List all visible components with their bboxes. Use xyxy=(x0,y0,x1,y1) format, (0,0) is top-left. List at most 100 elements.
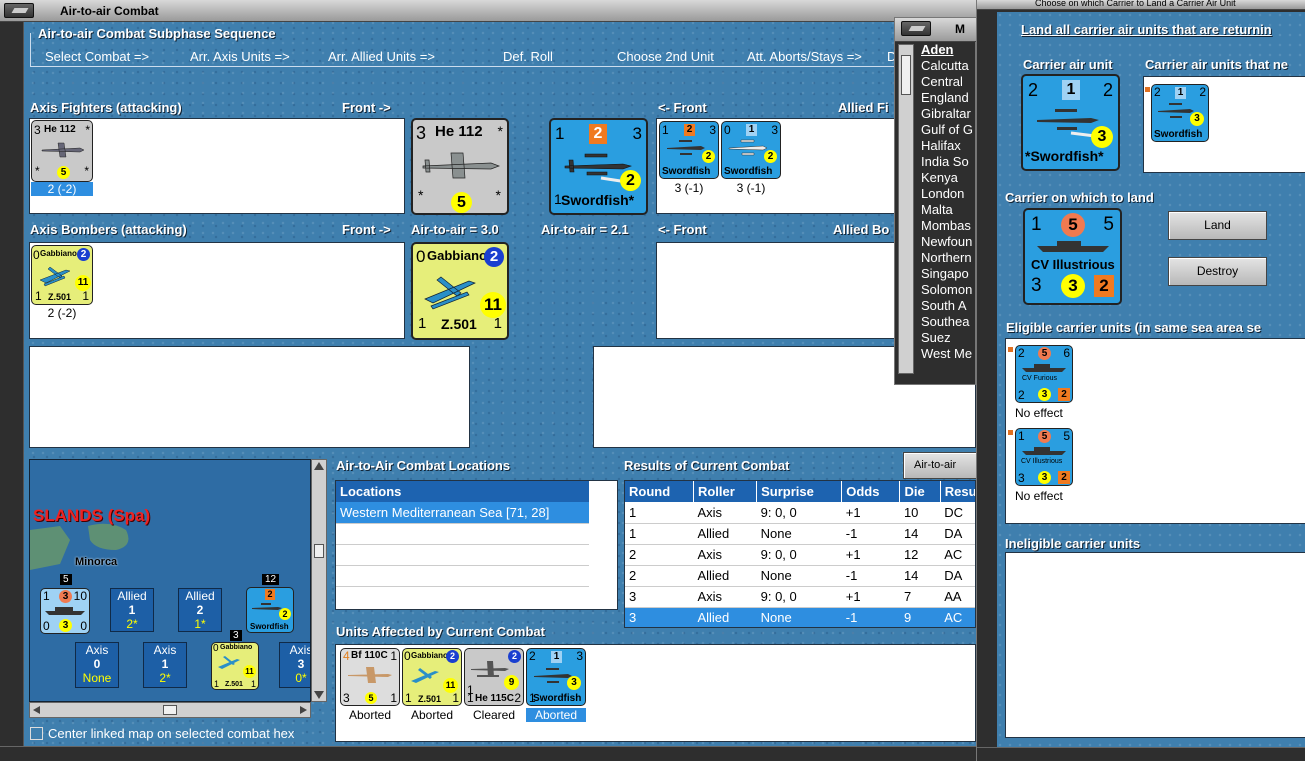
results-cell: 10 xyxy=(899,502,941,524)
col-roller[interactable]: Roller xyxy=(693,481,758,502)
sea-area-list-item[interactable]: Mombas xyxy=(919,218,975,234)
sea-area-list-item[interactable]: India So xyxy=(919,154,975,170)
col-result[interactable]: Resu xyxy=(940,481,975,502)
scroll-thumb[interactable] xyxy=(314,544,324,558)
land-button[interactable]: Land xyxy=(1168,211,1267,240)
sea-area-list-item[interactable]: Northern xyxy=(919,250,975,266)
axis-fighters-label: Axis Fighters (attacking) xyxy=(30,100,182,115)
location-row[interactable]: Western Mediterranean Sea [71, 28] xyxy=(336,502,589,524)
linked-map[interactable]: SLANDS (Spa) Minorca 1 3 10 0 3 0 5 Alli… xyxy=(29,459,311,702)
sequence-step-select-combat[interactable]: Select Combat => xyxy=(45,49,149,64)
axis-fighter-counter[interactable]: 3 He 112 * * 5 * xyxy=(31,120,93,182)
window-titlebar[interactable]: Air-to-air Combat xyxy=(0,0,976,22)
map-vertical-scrollbar[interactable] xyxy=(311,459,327,702)
allied-front-fighter-counter[interactable]: 1 2 3 2 1 Swordfish* xyxy=(549,118,648,215)
results-table[interactable]: Round Roller Surprise Odds Die Resu 1 Axi… xyxy=(624,480,976,628)
selected-carrier-air-unit[interactable]: 2 1 2 3 *Swordfish* xyxy=(1021,74,1120,171)
map-axis-chip-2[interactable]: Axis 1 2* xyxy=(143,642,187,688)
sea-area-list-item[interactable]: Gulf of G xyxy=(919,122,975,138)
col-odds[interactable]: Odds xyxy=(841,481,901,502)
map-stack-count-1: 5 xyxy=(60,574,72,585)
allied-fighter-counter-1[interactable]: 1 2 3 2 Swordfish xyxy=(659,121,719,179)
sea-area-list-item[interactable]: London xyxy=(919,186,975,202)
sequence-step-aborts[interactable]: Att. Aborts/Stays => xyxy=(747,49,862,64)
allied-air-to-air-value: Air-to-air = 2.1 xyxy=(541,222,629,237)
results-cell: DC xyxy=(940,502,975,524)
results-row[interactable]: 2 Allied None -1 14 DA xyxy=(625,565,975,587)
sea-area-list-item[interactable]: Calcutta xyxy=(919,58,975,74)
affected-unit-gabbiano[interactable]: 0 Gabbiano 2 11 1 Z.501 1 xyxy=(402,648,462,706)
locations-header[interactable]: Locations xyxy=(336,481,589,502)
axis-other-box[interactable] xyxy=(29,346,470,448)
allied-fighter-caption-1: 3 (-1) xyxy=(674,181,704,195)
map-carrier-counter[interactable]: 1 3 10 0 3 0 xyxy=(40,588,90,634)
sea-area-list-item[interactable]: Malta xyxy=(919,202,975,218)
allied-fighter-counter-2[interactable]: 0 1 3 2 Swordfish xyxy=(721,121,781,179)
scroll-right-arrow-icon[interactable] xyxy=(300,706,307,714)
ineligible-label: Ineligible carrier units xyxy=(1005,536,1141,551)
carrier-to-land-counter[interactable]: 1 5 5 CV Illustrious 3 3 2 xyxy=(1023,208,1122,305)
affected-status-4[interactable]: Aborted xyxy=(526,708,586,722)
sea-area-list-item[interactable]: Kenya xyxy=(919,170,975,186)
map-axis-chip-1[interactable]: Axis 0 None xyxy=(75,642,119,688)
sea-area-list-item[interactable]: Newfoun xyxy=(919,234,975,250)
eligible-carrier-furious[interactable]: 2 5 6 CV Furious 2 3 2 xyxy=(1015,345,1073,403)
sea-area-list-item[interactable]: Singapo xyxy=(919,266,975,282)
col-round[interactable]: Round xyxy=(625,481,694,502)
map-horizontal-scrollbar[interactable] xyxy=(29,702,311,718)
center-map-checkbox[interactable] xyxy=(30,727,43,740)
scroll-left-arrow-icon[interactable] xyxy=(33,706,40,714)
map-allied-chip-2[interactable]: Allied 2 1* xyxy=(178,588,222,632)
sea-area-list-item[interactable]: Central xyxy=(919,74,975,90)
affected-unit-bf110[interactable]: 4 Bf 110C 1 3 5 1 xyxy=(340,648,400,706)
locations-table[interactable]: Locations Western Mediterranean Sea [71,… xyxy=(335,480,618,610)
scroll-thumb[interactable] xyxy=(901,55,911,95)
sea-area-list-item[interactable]: Southea xyxy=(919,314,975,330)
map-swordfish-counter[interactable]: 2 2 Swordfish xyxy=(246,587,294,633)
sea-area-list-item[interactable]: Solomon xyxy=(919,282,975,298)
map-axis-chip-3[interactable]: Axis 3 0* xyxy=(279,642,310,688)
sea-area-list-item[interactable]: England xyxy=(919,90,975,106)
sea-area-list-item[interactable]: West Me xyxy=(919,346,975,362)
sea-area-list-item[interactable]: Suez xyxy=(919,330,975,346)
sea-area-list-item[interactable]: Halifax xyxy=(919,138,975,154)
col-die[interactable]: Die xyxy=(899,481,941,502)
seaplane-silhouette-icon xyxy=(39,266,71,287)
affected-unit-he115[interactable]: 1 2 9 1 He 115C 2 xyxy=(464,648,524,706)
results-row[interactable]: 1 Allied None -1 14 DA xyxy=(625,523,975,545)
scroll-down-arrow-icon[interactable] xyxy=(314,691,324,699)
sea-area-list-item[interactable]: Gibraltar xyxy=(919,106,975,122)
sea-area-titlebar[interactable]: M xyxy=(895,18,977,42)
sea-area-list-item[interactable]: South A xyxy=(919,298,975,314)
eligible-carrier-illustrious[interactable]: 1 5 5 CV Illustrious 3 3 2 xyxy=(1015,428,1073,486)
ineligible-carriers-box[interactable] xyxy=(1005,552,1305,738)
results-row[interactable]: 1 Axis 9: 0, 0 +1 10 DC xyxy=(625,502,975,524)
air-unit-to-land-counter[interactable]: 2 1 2 3 Swordfish xyxy=(1151,84,1209,142)
map-gabbiano-counter[interactable]: 0 Gabbiano 11 1 Z.501 1 xyxy=(211,642,259,690)
results-row[interactable]: 3 Allied None -1 9 AC xyxy=(625,607,975,627)
affected-unit-swordfish[interactable]: 2 1 3 3 1 Swordfish xyxy=(526,648,586,706)
window-menu-icon[interactable] xyxy=(901,21,931,36)
sequence-step-choose-2nd[interactable]: Choose 2nd Unit xyxy=(617,49,714,64)
axis-front-fighter-counter[interactable]: 3 He 112 * * 5 * xyxy=(411,118,509,215)
axis-bomber-counter[interactable]: 0 Gabbiano 2 11 1 Z.501 1 xyxy=(31,245,93,305)
results-tab-button[interactable]: Air-to-air Com xyxy=(903,452,979,479)
sea-area-list-item[interactable]: Aden xyxy=(919,42,975,58)
sequence-step-allied-units[interactable]: Arr. Allied Units => xyxy=(328,49,435,64)
map-allied-chip-1[interactable]: Allied 1 2* xyxy=(110,588,154,632)
sequence-step-def-roll[interactable]: Def. Roll xyxy=(503,49,553,64)
results-row[interactable]: 2 Axis 9: 0, 0 +1 12 AC xyxy=(625,544,975,566)
carrier-window-titlebar[interactable]: Choose on which Carrier to Land a Carrie… xyxy=(977,0,1305,10)
scroll-thumb[interactable] xyxy=(163,705,177,715)
scroll-up-arrow-icon[interactable] xyxy=(314,462,324,470)
window-menu-icon[interactable] xyxy=(4,3,34,18)
results-row[interactable]: 3 Axis 9: 0, 0 +1 7 AA xyxy=(625,586,975,608)
destroy-button[interactable]: Destroy xyxy=(1168,257,1267,286)
sequence-step-axis-units[interactable]: Arr. Axis Units => xyxy=(190,49,290,64)
axis-front-bomber-counter[interactable]: 0 Gabbiano 2 11 1 Z.501 1 xyxy=(411,242,509,340)
sea-area-scrollbar[interactable] xyxy=(898,44,914,374)
locations-title: Air-to-Air Combat Locations xyxy=(336,458,511,473)
sea-area-list[interactable]: Aden Calcutta Central England Gibraltar Gulf … xyxy=(919,42,975,372)
col-surprise[interactable]: Surprise xyxy=(756,481,843,502)
results-cell: Allied xyxy=(693,607,757,627)
